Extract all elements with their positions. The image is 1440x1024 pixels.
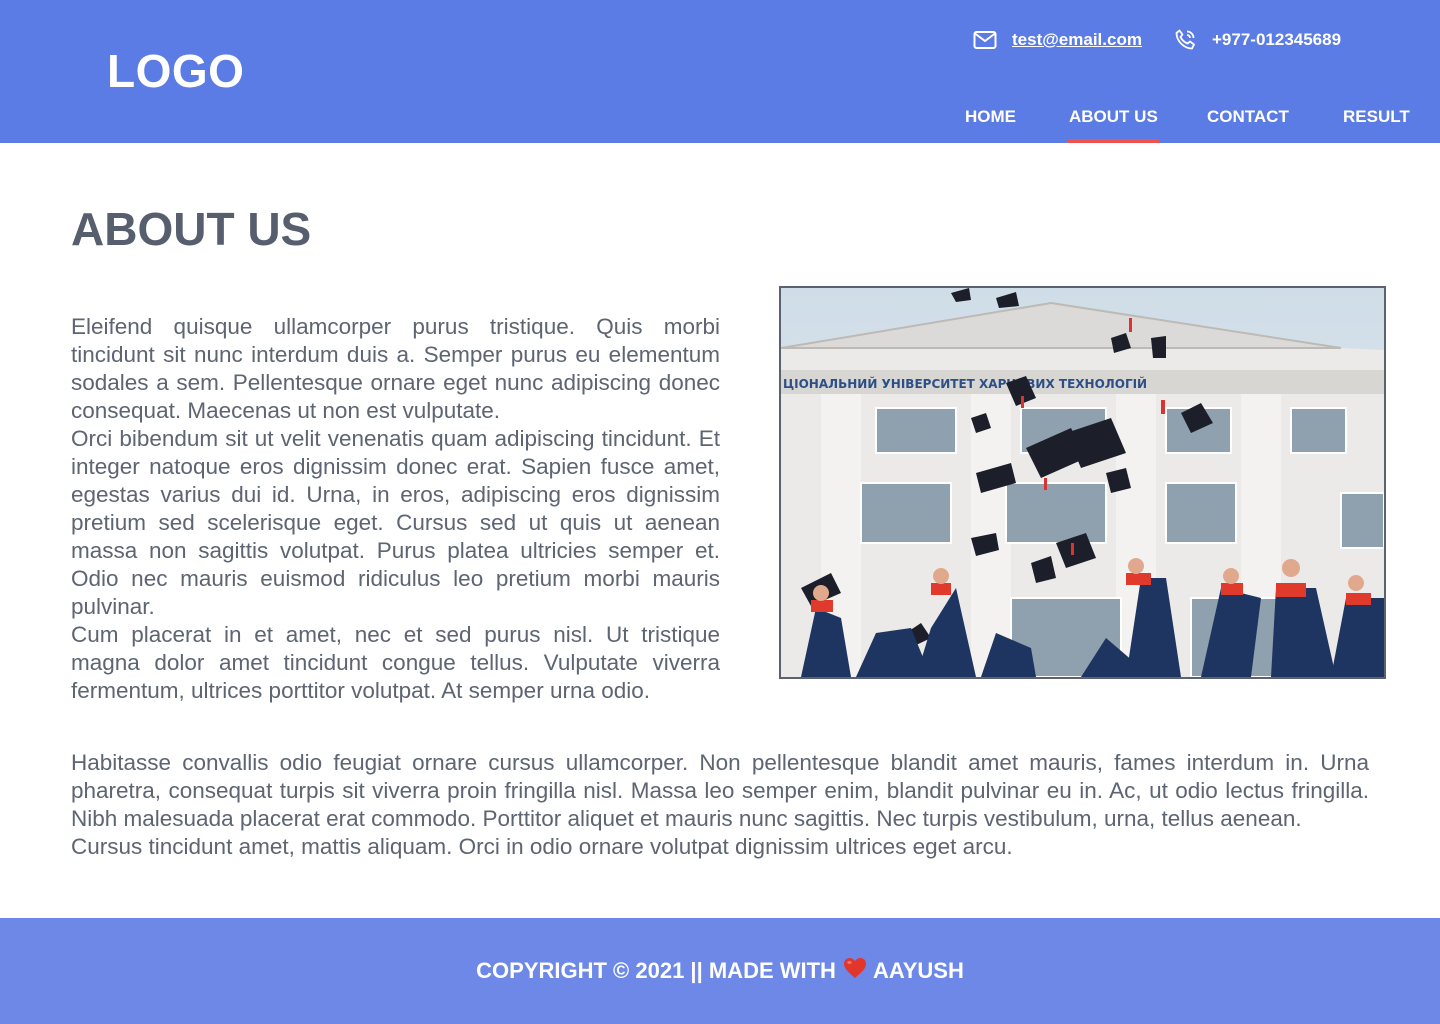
nav-item-result[interactable]: RESULT (1343, 106, 1410, 143)
phone-number[interactable]: +977-012345689 (1212, 30, 1341, 50)
contact-email[interactable]: test@email.com (972, 26, 1142, 54)
author-name: AAYUSH (872, 958, 964, 983)
mail-icon (972, 27, 998, 53)
main-nav: HOME ABOUT US CONTACT RESULT (0, 106, 1440, 143)
site-footer: COPYRIGHT © 2021 || MADE WITH AAYUSH (0, 918, 1440, 1024)
contact-phone[interactable]: +977-012345689 (1172, 26, 1341, 54)
logo[interactable]: LOGO (107, 44, 244, 98)
site-header: LOGO test@email.com +977-012345689 HOME … (0, 0, 1440, 143)
intro-paragraph: Eleifend quisque ullamcorper purus trist… (71, 314, 720, 423)
copyright-prefix: COPYRIGHT © 2021 || MADE WITH (476, 958, 836, 983)
outro-paragraph: Habitasse convallis odio feugiat ornare … (71, 750, 1369, 831)
heart-icon (843, 957, 867, 985)
intro-paragraph: Cum placerat in et amet, nec et sed puru… (71, 622, 720, 703)
email-link[interactable]: test@email.com (1012, 30, 1142, 50)
intro-text: Eleifend quisque ullamcorper purus trist… (71, 313, 720, 705)
phone-icon (1172, 27, 1198, 53)
graduation-illustration: ЦІОНАЛЬНИЙ УНІВЕРСИТЕТ ХАРЧОВИХ ТЕХНОЛОГ… (781, 288, 1384, 677)
building-sign: ЦІОНАЛЬНИЙ УНІВЕРСИТЕТ ХАРЧОВИХ ТЕХНОЛОГ… (783, 376, 1147, 391)
outro-text: Habitasse convallis odio feugiat ornare … (71, 749, 1369, 861)
graduation-photo: ЦІОНАЛЬНИЙ УНІВЕРСИТЕТ ХАРЧОВИХ ТЕХНОЛОГ… (779, 286, 1386, 679)
page-title: ABOUT US (71, 203, 312, 255)
intro-paragraph: Orci bibendum sit ut velit venenatis qua… (71, 426, 720, 619)
nav-item-home[interactable]: HOME (965, 106, 1016, 143)
outro-paragraph: Cursus tincidunt amet, mattis aliquam. O… (71, 834, 1013, 859)
nav-item-about-us[interactable]: ABOUT US (1068, 106, 1159, 143)
copyright-text: COPYRIGHT © 2021 || MADE WITH AAYUSH (476, 957, 964, 985)
nav-item-contact[interactable]: CONTACT (1207, 106, 1289, 143)
